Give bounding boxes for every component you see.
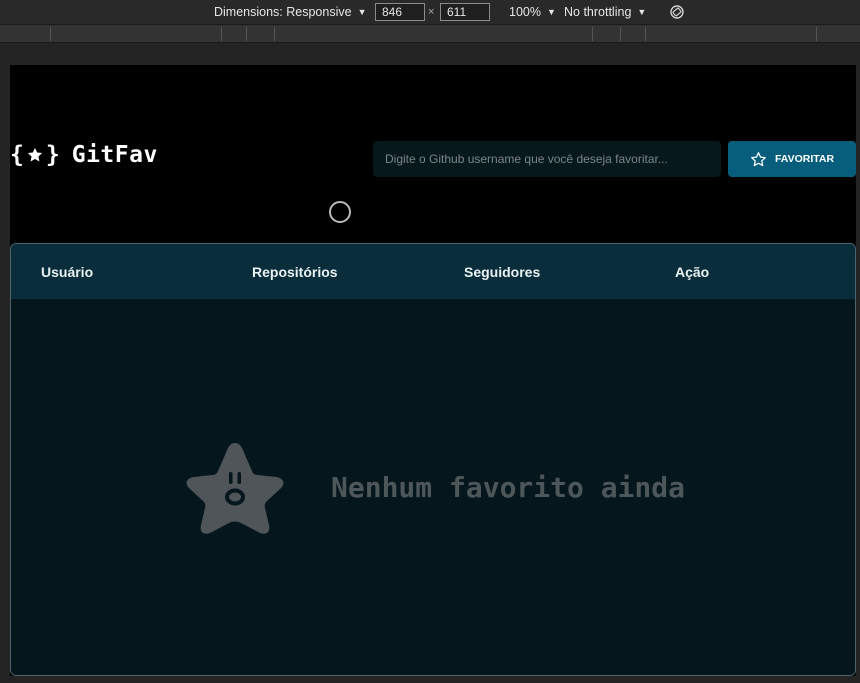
ruler-tick [816, 27, 817, 41]
star-outline-icon [751, 151, 766, 166]
favorite-button-label: FAVORITAR [774, 153, 835, 165]
app-logo: { } GitFav [10, 140, 158, 170]
dimensions-label: Dimensions: Responsive [214, 5, 352, 19]
ruler-tick [620, 27, 621, 41]
empty-state: Nenhum favorito ainda [11, 299, 855, 675]
logo-brace-right: } [45, 142, 60, 168]
rotate-icon[interactable] [669, 4, 685, 20]
throttle-label: No throttling [564, 5, 632, 19]
favorite-button[interactable]: FAVORITAR [728, 141, 856, 177]
username-search-input[interactable] [373, 141, 721, 177]
favorites-table: Usuário Repositórios Seguidores Ação Nen… [10, 243, 856, 676]
width-input[interactable]: 846 [375, 3, 425, 21]
chevron-down-icon: ▼ [357, 7, 367, 17]
ruler-tick [274, 27, 275, 41]
ruler-tick [221, 27, 222, 41]
zoom-dropdown[interactable]: 100% ▼ [509, 0, 556, 24]
empty-state-message: Nenhum favorito ainda [331, 471, 686, 504]
throttle-dropdown[interactable]: No throttling ▼ [564, 0, 646, 24]
logo-brace-left: { [10, 142, 24, 168]
star-icon [27, 147, 42, 162]
zoom-label: 100% [509, 5, 541, 19]
logo-name: GitFav [71, 142, 158, 168]
column-header-repositories: Repositórios [252, 263, 338, 280]
surprised-star-icon [186, 443, 284, 534]
dimensions-dropdown[interactable]: Dimensions: Responsive ▼ [214, 0, 366, 24]
table-header: Usuário Repositórios Seguidores Ação [11, 244, 855, 299]
times-sign: × [428, 6, 435, 18]
chevron-down-icon: ▼ [546, 7, 556, 17]
ruler-tick [592, 27, 593, 41]
column-header-followers: Seguidores [464, 263, 541, 280]
cursor-ring-icon [329, 201, 351, 223]
column-header-action: Ação [675, 263, 710, 280]
height-input[interactable]: 611 [440, 3, 490, 21]
chevron-down-icon: ▼ [637, 7, 647, 17]
app-viewport: { } GitFav FAVORITAR Usuário Repositório… [10, 65, 856, 676]
media-query-ruler [0, 24, 860, 43]
ruler-tick [645, 27, 646, 41]
ruler-tick [50, 27, 51, 41]
ruler-tick [246, 27, 247, 41]
devtools-toolbar: Dimensions: Responsive ▼ 846 × 611 100% … [0, 0, 860, 24]
column-header-user: Usuário [41, 263, 94, 280]
